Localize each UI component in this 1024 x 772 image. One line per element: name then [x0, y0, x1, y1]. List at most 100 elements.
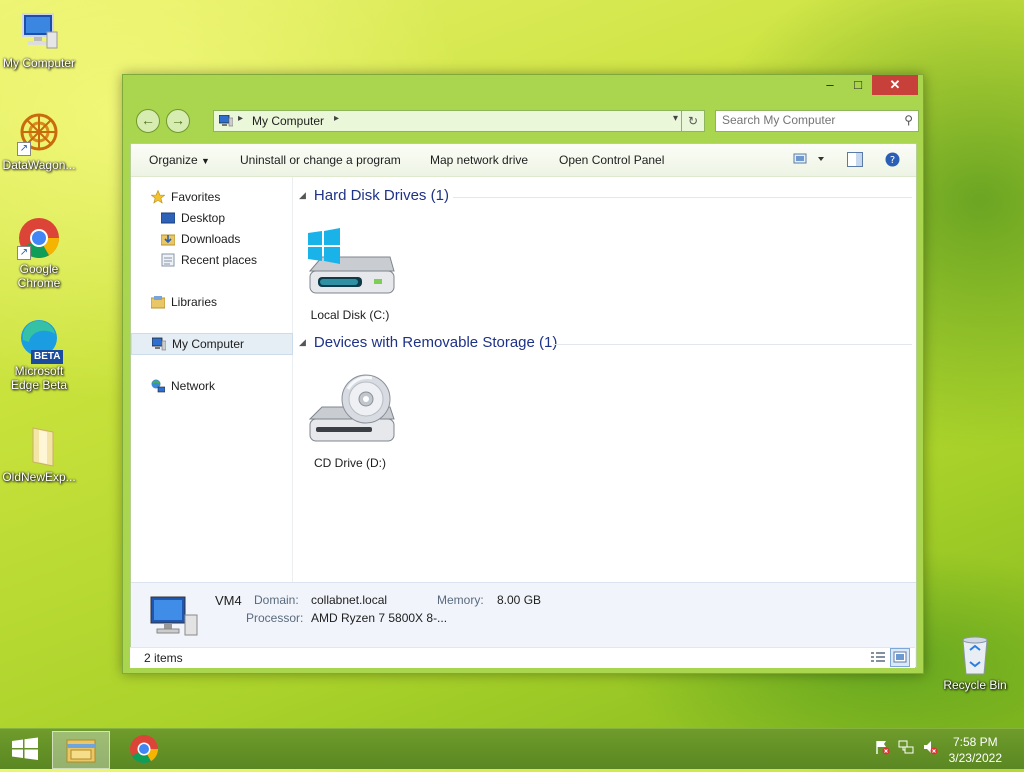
desktop-icon-label: DataWagon...: [2, 158, 76, 172]
item-count: 2 items: [144, 651, 183, 665]
computer-large-icon: [149, 595, 199, 642]
chevron-down-icon: ▼: [201, 156, 210, 166]
breadcrumb-chevron-icon[interactable]: ▸: [334, 113, 339, 124]
taskbar-google-chrome[interactable]: [116, 731, 172, 767]
maximize-button[interactable]: □: [844, 75, 872, 95]
domain-value: collabnet.local: [311, 593, 388, 607]
computer-icon: [151, 337, 167, 351]
desktop-icon-datawagon[interactable]: ↗ DataWagon...: [0, 112, 78, 172]
system-clock[interactable]: 7:58 PM 3/23/2022: [949, 734, 1002, 766]
nav-label: Libraries: [171, 295, 218, 309]
drive-local-disk-c[interactable]: Local Disk (C:): [295, 227, 405, 322]
memory-value: 8.00 GB: [497, 593, 542, 607]
uninstall-program-button[interactable]: Uninstall or change a program: [240, 153, 401, 167]
chrome-icon: [130, 735, 158, 763]
search-box[interactable]: ⚲: [715, 110, 919, 132]
organize-label: Organize: [149, 153, 198, 167]
desktop-icon-oldnewexplorer[interactable]: OldNewExp...: [0, 424, 78, 484]
desktop-icon-my-computer[interactable]: My Computer: [0, 10, 78, 70]
change-view-button[interactable]: [793, 152, 825, 169]
large-icons-view-button[interactable]: [890, 648, 910, 667]
search-icon[interactable]: ⚲: [904, 113, 913, 127]
desktop-icon-label: OldNewExp...: [2, 470, 76, 484]
preview-pane-button[interactable]: [847, 152, 863, 170]
folder-icon: [17, 424, 61, 468]
group-header-hard-disk-drives[interactable]: ◢ Hard Disk Drives (1): [299, 187, 449, 204]
command-bar: Organize ▼ Uninstall or change a program…: [131, 144, 916, 177]
preview-pane-icon: [847, 152, 863, 167]
computer-name: VM4: [215, 593, 242, 608]
desktop-icon: [160, 211, 176, 225]
taskbar: 7:58 PM 3/23/2022: [0, 728, 1024, 769]
nav-label: My Computer: [172, 337, 245, 351]
action-center-flag-icon[interactable]: [874, 739, 890, 758]
navigation-pane: Favorites Desktop Downloads Recent place…: [131, 177, 293, 583]
minimize-button[interactable]: –: [816, 75, 844, 95]
organize-menu[interactable]: Organize ▼: [149, 153, 210, 167]
nav-label: Desktop: [181, 211, 226, 225]
nav-favorites[interactable]: Favorites: [131, 187, 291, 207]
computer-icon: [17, 10, 61, 54]
desktop-icon-edge-beta[interactable]: BETA Microsoft Edge Beta: [0, 318, 78, 392]
desktop-icon-label: Microsoft Edge Beta: [10, 364, 68, 392]
desktop-icon-google-chrome[interactable]: ↗ Google Chrome: [0, 216, 78, 290]
breadcrumb-chevron-icon[interactable]: ▸: [238, 113, 243, 124]
back-button[interactable]: ←: [136, 109, 160, 133]
open-control-panel-button[interactable]: Open Control Panel: [559, 153, 664, 167]
group-divider: [553, 344, 912, 345]
libraries-icon: [150, 295, 166, 309]
processor-value: AMD Ryzen 7 5800X 8-...: [311, 611, 448, 625]
search-input[interactable]: [716, 111, 892, 129]
start-button[interactable]: [0, 729, 50, 769]
shortcut-arrow-icon: ↗: [17, 142, 31, 156]
status-bar: 2 items: [130, 647, 915, 668]
nav-recent-places[interactable]: Recent places: [131, 250, 291, 270]
refresh-button[interactable]: ↻: [681, 111, 704, 131]
details-view-button[interactable]: [870, 650, 886, 667]
help-button[interactable]: ?: [885, 152, 900, 170]
map-network-drive-button[interactable]: Map network drive: [430, 153, 528, 167]
desktop-icon-label: My Computer: [2, 56, 76, 70]
recycle-bin-icon: [953, 632, 997, 676]
drive-label: CD Drive (D:): [314, 456, 386, 470]
memory-label: Memory:: [437, 593, 484, 607]
recent-places-icon: [161, 253, 175, 267]
breadcrumb-my-computer[interactable]: My Computer: [252, 114, 324, 128]
address-dropdown-icon[interactable]: ▾: [673, 113, 678, 124]
clock-date: 3/23/2022: [948, 751, 1002, 765]
star-icon: [150, 189, 166, 204]
svg-text:?: ?: [890, 155, 895, 166]
taskbar-file-explorer[interactable]: [52, 731, 110, 769]
desktop-icon-recycle-bin[interactable]: Recycle Bin: [936, 632, 1014, 692]
processor-label: Processor:: [246, 611, 304, 625]
refresh-icon: ↻: [687, 114, 699, 128]
drive-cd-drive-d[interactable]: CD Drive (D:): [295, 373, 405, 470]
nav-downloads[interactable]: Downloads: [131, 229, 291, 249]
datawagon-logo-icon: ↗: [17, 112, 61, 156]
downloads-folder-icon: [160, 232, 176, 246]
chrome-icon: ↗: [17, 216, 61, 260]
desktop-icon-label: Google Chrome: [17, 262, 61, 290]
collapse-triangle-icon: ◢: [299, 190, 306, 200]
nav-my-computer[interactable]: My Computer: [131, 333, 293, 355]
network-icon: [151, 379, 166, 393]
beta-badge: BETA: [31, 350, 64, 364]
collapse-triangle-icon: ◢: [299, 337, 306, 347]
nav-desktop[interactable]: Desktop: [131, 208, 291, 228]
group-title: Devices with Removable Storage (1): [313, 334, 558, 351]
network-status-icon[interactable]: [898, 739, 914, 758]
nav-libraries[interactable]: Libraries: [131, 292, 291, 312]
volume-muted-icon[interactable]: [922, 739, 938, 758]
details-view-icon: [871, 652, 885, 662]
drives-view: ◢ Hard Disk Drives (1) Local Disk (C:) ◢…: [293, 177, 916, 583]
cd-drive-icon: [308, 374, 395, 442]
close-button[interactable]: ✕: [872, 75, 918, 95]
group-header-removable-storage[interactable]: ◢ Devices with Removable Storage (1): [299, 334, 557, 351]
title-bar[interactable]: – □ ✕: [123, 75, 923, 101]
address-bar[interactable]: ▸ My Computer ▸ ▾ ↻: [213, 110, 705, 132]
forward-button[interactable]: →: [166, 109, 190, 133]
group-divider: [453, 197, 912, 198]
nav-network[interactable]: Network: [131, 376, 291, 396]
hard-drive-windows-icon: [308, 228, 395, 294]
forward-arrow-icon: →: [171, 112, 185, 128]
